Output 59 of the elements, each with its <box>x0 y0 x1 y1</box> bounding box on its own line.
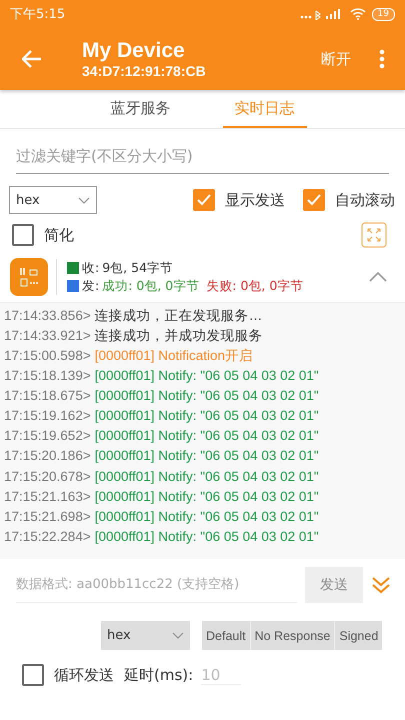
log-message: [0000ff01] Notify: "06 05 04 03 02 01" <box>94 468 319 484</box>
log-message: [0000ff01] Notify: "06 05 04 03 02 01" <box>94 408 319 423</box>
write-type-button[interactable]: Default <box>202 621 250 650</box>
log-time: 17:15:22.284> <box>4 529 91 544</box>
expand-icon[interactable] <box>371 575 391 595</box>
device-address: 34:D7:12:91:78:CB <box>82 63 207 79</box>
log-time: 17:15:21.163> <box>4 488 91 504</box>
log-time: 17:14:33.856> <box>4 308 91 323</box>
log-time: 17:15:20.186> <box>4 448 91 464</box>
log-time: 17:15:19.652> <box>4 428 91 444</box>
log-message: [0000ff01] Notify: "06 05 04 03 02 01" <box>94 529 319 544</box>
check-icon <box>197 194 211 206</box>
checkbox[interactable] <box>303 189 325 211</box>
log-message: 连接成功，正在发现服务… <box>94 308 262 323</box>
checkbox-label: 简化 <box>44 226 74 244</box>
delay-label: 延时(ms): <box>124 666 194 684</box>
collapse-icon[interactable] <box>369 272 387 282</box>
log-message: [0000ff01] Notify: "06 05 04 03 02 01" <box>94 388 319 403</box>
received-count: 9包, 54字节 <box>102 259 174 277</box>
wifi-icon <box>350 8 366 20</box>
fullscreen-icon[interactable] <box>361 222 387 248</box>
checkbox[interactable] <box>22 664 44 686</box>
write-type-button[interactable]: No Response <box>250 621 334 650</box>
log-message: [0000ff01] Notification开启 <box>94 348 254 364</box>
log-time: 17:15:19.162> <box>4 408 91 423</box>
caret-icon <box>78 196 90 204</box>
log-message: [0000ff01] Notify: "06 05 04 03 02 01" <box>94 508 319 524</box>
checkbox[interactable] <box>193 189 215 211</box>
received-label: 收: <box>82 259 100 277</box>
log-controls-icon[interactable] <box>10 258 48 296</box>
caret-icon <box>172 632 184 639</box>
log-time: 17:15:21.698> <box>4 508 91 524</box>
sent-failure: 失败: 0包, 0字节 <box>206 277 304 295</box>
status-time: 下午5:15 <box>10 6 66 23</box>
log-time: 17:15:18.675> <box>4 388 91 403</box>
log-message: [0000ff01] Notify: "06 05 04 03 02 01" <box>94 368 319 383</box>
battery-level: 19 <box>372 8 395 20</box>
back-icon[interactable] <box>22 50 42 68</box>
checkbox[interactable] <box>12 224 34 246</box>
device-name: My Device <box>82 39 186 63</box>
checkbox-label: 显示发送 <box>225 190 285 210</box>
more-icon[interactable] <box>379 49 385 69</box>
log-time: 17:15:20.678> <box>4 468 91 484</box>
log-time: 17:15:18.139> <box>4 368 91 383</box>
log-message: 连接成功，并成功发现服务 <box>94 328 263 344</box>
log-time: 17:15:00.598> <box>4 348 91 364</box>
tab[interactable]: 蓝牙服务 <box>98 90 182 128</box>
checkbox-label: 自动滚动 <box>335 190 395 210</box>
sent-label: 发: <box>82 277 100 295</box>
write-type-button[interactable]: Signed <box>335 621 382 650</box>
check-icon <box>307 194 321 206</box>
log-message: [0000ff01] Notify: "06 05 04 03 02 01" <box>94 448 319 464</box>
format-dropdown[interactable]: hex <box>9 186 97 214</box>
sent-success: 成功: 0包, 0字节 <box>102 277 200 295</box>
send-format-dropdown[interactable]: hex <box>101 621 190 650</box>
log-message: [0000ff01] Notify: "06 05 04 03 02 01" <box>94 428 319 444</box>
checkbox-label: 循环发送 <box>54 666 114 684</box>
log-time: 17:14:33.921> <box>4 328 91 344</box>
log-message: [0000ff01] Notify: "06 05 04 03 02 01" <box>94 488 319 504</box>
